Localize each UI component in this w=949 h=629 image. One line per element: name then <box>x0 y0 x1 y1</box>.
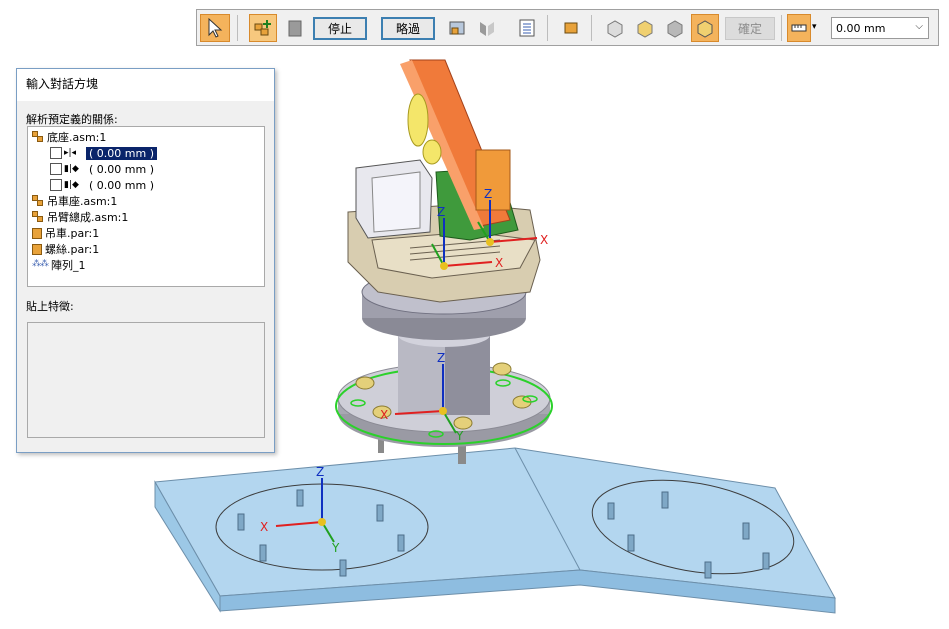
view-icon-1[interactable] <box>601 14 629 42</box>
y-axis-label: Y <box>455 429 464 443</box>
view-icon-3[interactable] <box>661 14 689 42</box>
measure-icon[interactable] <box>787 14 811 42</box>
dialog-title: 輸入對話方塊 <box>17 69 274 101</box>
relation-value: ( 0.00 mm ) <box>89 178 154 192</box>
chevron-down-icon[interactable]: ⌵ <box>915 21 923 32</box>
relation-value: ( 0.00 mm ) <box>89 162 154 176</box>
tree-item-label: 吊車座.asm:1 <box>47 195 118 208</box>
relation-checkbox[interactable] <box>50 179 62 191</box>
part-icon <box>32 243 42 255</box>
offset-value: 0.00 mm <box>836 21 886 35</box>
tree-item-relation[interactable]: ▮|◆ ( 0.00 mm ) <box>50 177 157 193</box>
view-icon-4[interactable] <box>691 14 719 42</box>
tree-item-screw-par[interactable]: 螺絲.par:1 <box>32 241 99 257</box>
paste-feature-icon[interactable] <box>443 14 471 42</box>
relation-checkbox[interactable] <box>50 163 62 175</box>
tree-item-label: 底座.asm:1 <box>47 131 107 144</box>
separator <box>237 15 238 41</box>
tree-item-pattern[interactable]: ⁂⁂ 陣列_1 <box>32 257 86 273</box>
tree-item-label: 吊車.par:1 <box>45 227 100 240</box>
stop-button[interactable]: 停止 <box>313 17 367 40</box>
base-plate[interactable] <box>154 447 836 614</box>
view-icon-2[interactable] <box>631 14 659 42</box>
separator <box>547 15 548 41</box>
z-axis-label: Z <box>316 465 324 479</box>
paste-features-label: 貼上特徵: <box>26 300 74 313</box>
tree-item-label: 吊臂總成.asm:1 <box>47 211 129 224</box>
paste-features-list[interactable] <box>27 322 265 438</box>
relation-value: ( 0.00 mm ) <box>86 146 157 160</box>
y-axis-label: Y <box>331 541 340 555</box>
x-axis-label: X <box>495 256 503 270</box>
tree-item-crane-base-asm[interactable]: 吊車座.asm:1 <box>32 193 117 209</box>
relations-tree[interactable]: 底座.asm:1 ▸|◂ ( 0.00 mm ) ▮|◆ ( 0.00 mm )… <box>27 126 265 287</box>
relation-checkbox[interactable] <box>50 147 62 159</box>
x-axis-label: X <box>380 408 388 422</box>
tree-item-relation[interactable]: ▸|◂ ( 0.00 mm ) <box>50 145 157 161</box>
input-dialog: 輸入對話方塊 解析預定義的關係: 底座.asm:1 ▸|◂ ( 0.00 mm … <box>16 68 275 453</box>
x-axis-label: X <box>540 233 548 247</box>
axial-align-icon: ▮|◆ <box>64 180 79 190</box>
pattern-icon: ⁂⁂ <box>32 259 49 269</box>
tree-item-label: 陣列_1 <box>51 259 86 272</box>
tree-item-base-asm[interactable]: 底座.asm:1 <box>32 129 106 145</box>
axial-align-icon: ▮|◆ <box>64 164 79 174</box>
tree-item-crane-par[interactable]: 吊車.par:1 <box>32 225 99 241</box>
select-arrow-icon[interactable] <box>200 14 230 42</box>
orange-box-icon[interactable] <box>557 14 585 42</box>
assembly-icon <box>32 211 44 223</box>
relations-label: 解析預定義的關係: <box>26 113 118 126</box>
tree-item-boom-asm[interactable]: 吊臂總成.asm:1 <box>32 209 128 225</box>
separator <box>591 15 592 41</box>
part-icon <box>32 227 42 239</box>
chevron-down-icon[interactable]: ▾ <box>812 22 817 32</box>
assembly-icon <box>32 131 44 143</box>
copy-icon[interactable] <box>281 14 309 42</box>
flip-icon[interactable] <box>473 14 501 42</box>
parts-list-icon[interactable] <box>513 14 541 42</box>
coplanar-icon: ▸|◂ <box>64 148 77 158</box>
z-axis-label: Z <box>437 205 445 219</box>
z-axis-label: Z <box>484 187 492 201</box>
confirm-button[interactable]: 確定 <box>725 17 775 40</box>
command-bar: 停止 略過 確定 ▾ 0.00 mm ⌵ <box>196 9 939 46</box>
separator <box>781 15 782 41</box>
add-assembly-icon[interactable] <box>249 14 277 42</box>
tree-item-relation[interactable]: ▮|◆ ( 0.00 mm ) <box>50 161 157 177</box>
assembly-icon <box>32 195 44 207</box>
tree-item-label: 螺絲.par:1 <box>45 243 100 256</box>
z-axis-label: Z <box>437 351 445 365</box>
offset-dropdown[interactable]: 0.00 mm ⌵ <box>831 17 929 39</box>
x-axis-label: X <box>260 520 268 534</box>
skip-button[interactable]: 略過 <box>381 17 435 40</box>
